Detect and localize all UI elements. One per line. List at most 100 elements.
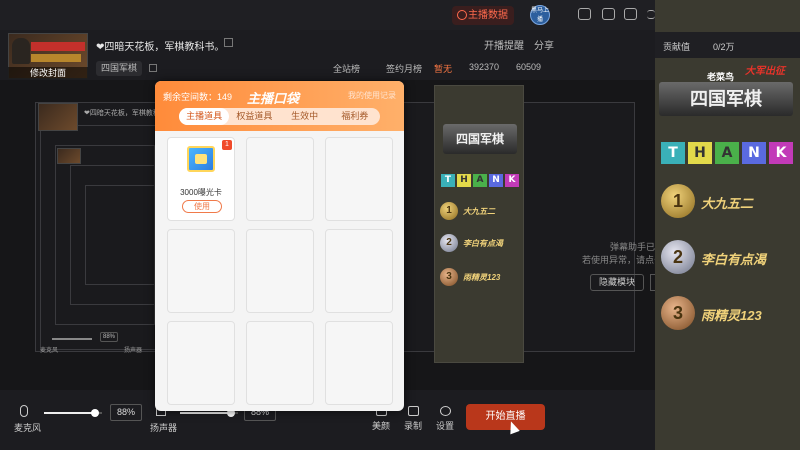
thank-letter: A	[715, 142, 739, 164]
mini-speaker-label: 扬声器	[124, 348, 143, 354]
board-logo: 四国军棋	[443, 124, 517, 154]
pocket-tabs: 主播道具 权益道具 生效中 福利券	[179, 108, 380, 125]
empty-slot	[246, 137, 314, 221]
microphone-icon[interactable]	[20, 405, 28, 417]
mini-mic-label: 麦克风	[40, 348, 59, 354]
logo-slogan: 大军出征	[745, 66, 785, 77]
cover-subtitle-banner	[31, 54, 81, 62]
sign-month-rank[interactable]: 签约月榜	[386, 62, 422, 75]
chess-overlay-preview: 四国军棋 T H A N K 1 大九五二 2 李白有点渴 3 雨精灵123	[434, 85, 524, 363]
speaker-label: 扬声器	[150, 423, 178, 433]
app-root: 主播数据 黑马上播 修改封面 ❤四暗天花板，军棋教科书。 四国军棋 开播提醒 分…	[0, 0, 800, 450]
usage-history-link[interactable]: 我的使用记录	[348, 90, 396, 101]
item-slot[interactable]: 1 3000曝光卡 使用	[167, 137, 235, 221]
gear-icon	[439, 406, 451, 416]
thank-letter: N	[489, 174, 503, 187]
game-logo: 四国军棋	[659, 82, 793, 116]
streamer-stats-button[interactable]: 主播数据	[452, 6, 514, 25]
chat-icon[interactable]	[578, 8, 591, 20]
help-icon[interactable]	[624, 8, 637, 20]
rank-medal-icon: 3	[440, 268, 458, 286]
beauty-label: 美颜	[371, 421, 390, 431]
thank-letter: H	[457, 174, 471, 187]
empty-slot	[325, 137, 393, 221]
mic-volume-fill	[44, 412, 96, 414]
menu-icon[interactable]	[647, 10, 655, 19]
rank-name-third: 雨精灵123	[701, 308, 762, 323]
tab-active[interactable]: 生效中	[280, 108, 330, 125]
qr-code-icon[interactable]: 黑马上播	[530, 5, 550, 25]
rank-name-second: 李白有点渴	[701, 252, 767, 267]
settings-label: 设置	[435, 421, 454, 431]
item-count-badge: 1	[222, 140, 232, 150]
contribution-value: 0/2万	[713, 42, 735, 52]
share-link[interactable]: 分享	[534, 37, 554, 52]
item-name: 3000曝光卡	[180, 188, 222, 197]
empty-slot	[167, 321, 235, 405]
microphone-label: 麦克风	[14, 423, 42, 433]
empty-slot	[325, 229, 393, 313]
follower-count: 60509	[516, 62, 542, 72]
cover-person-image	[12, 38, 30, 64]
empty-slot	[246, 321, 314, 405]
dialog-header: 剩余空间数：149 主播口袋 我的使用记录 主播道具 权益道具 生效中 福利券	[155, 81, 404, 131]
hide-module-button[interactable]: 隐藏模块	[590, 274, 644, 291]
mic-volume-pct[interactable]: 88%	[110, 404, 142, 421]
board-thank-row: T H A N K	[441, 174, 519, 187]
edit-cover-label[interactable]: 修改封面	[8, 67, 88, 79]
mic-volume-slider[interactable]	[44, 409, 102, 417]
rank-name: 李白有点渴	[463, 239, 503, 248]
empty-slot	[246, 229, 314, 313]
stats-label: 主播数据	[468, 10, 508, 21]
rank-medal-icon: 2	[440, 234, 458, 252]
empty-slot	[167, 229, 235, 313]
popularity-count: 392370	[469, 62, 500, 72]
tab-benefit-props[interactable]: 权益道具	[229, 108, 279, 125]
mini-cover-image	[57, 148, 81, 164]
bronze-medal-icon: 3	[661, 296, 695, 330]
category-tag[interactable]: 四国军棋	[96, 61, 142, 76]
edit-title-icon[interactable]	[224, 38, 233, 47]
rank-name-first: 大九五二	[701, 196, 754, 211]
live-notify-link[interactable]: 开播提醒	[484, 37, 524, 52]
mini-volume-bar	[52, 338, 92, 340]
all-site-rank[interactable]: 全站榜	[333, 62, 360, 75]
headset-icon[interactable]	[602, 8, 615, 20]
thank-row: T H A N K	[661, 142, 793, 164]
thank-letter: K	[769, 142, 793, 164]
thank-letter: N	[742, 142, 766, 164]
tab-streamer-props[interactable]: 主播道具	[179, 108, 230, 125]
danmaku-hint-detail: 若使用异常，请点击	[582, 255, 664, 265]
room-title: ❤四暗天花板，军棋教科书。	[96, 42, 225, 53]
thank-letter: T	[441, 174, 455, 187]
thank-letter: H	[688, 142, 712, 164]
nested-preview-frame	[85, 185, 155, 285]
mini-cover-image	[38, 103, 78, 131]
speaker-volume-slider[interactable]	[180, 409, 238, 417]
contribution-label: 贡献值	[663, 42, 691, 52]
thank-letter: T	[661, 142, 685, 164]
use-item-button[interactable]: 使用	[182, 200, 222, 213]
item-grid: 1 3000曝光卡 使用	[167, 137, 393, 407]
tab-coupons[interactable]: 福利券	[330, 108, 380, 125]
record-icon	[407, 406, 419, 416]
thank-letter: K	[505, 174, 519, 187]
start-live-button[interactable]: 开始直播	[466, 404, 545, 430]
edit-category-icon[interactable]	[149, 64, 157, 72]
empty-slot	[325, 321, 393, 405]
rank-none-badge: 暂无	[434, 64, 453, 74]
silver-medal-icon: 2	[661, 240, 695, 274]
mini-audio-controls: 88% 麦克风 扬声器	[38, 330, 158, 354]
settings-button[interactable]: 设置	[431, 406, 459, 432]
cover-title-banner	[31, 42, 85, 51]
exposure-card-icon	[187, 146, 215, 172]
contribution-bar: 贡献值 0/2万	[655, 32, 800, 58]
mic-volume-knob[interactable]	[91, 409, 100, 417]
speaker-volume-fill	[180, 412, 232, 414]
record-label: 录制	[403, 421, 422, 431]
overlay-sidebar: 老菜鸟 大军出征 四国军棋 T H A N K 1 大九五二 2 李白有点渴 3…	[655, 0, 800, 450]
remaining-space: 剩余空间数：149	[163, 92, 233, 102]
record-button[interactable]: 录制	[399, 406, 427, 432]
rank-name: 雨精灵123	[463, 273, 501, 282]
rank-name: 大九五二	[463, 207, 495, 216]
